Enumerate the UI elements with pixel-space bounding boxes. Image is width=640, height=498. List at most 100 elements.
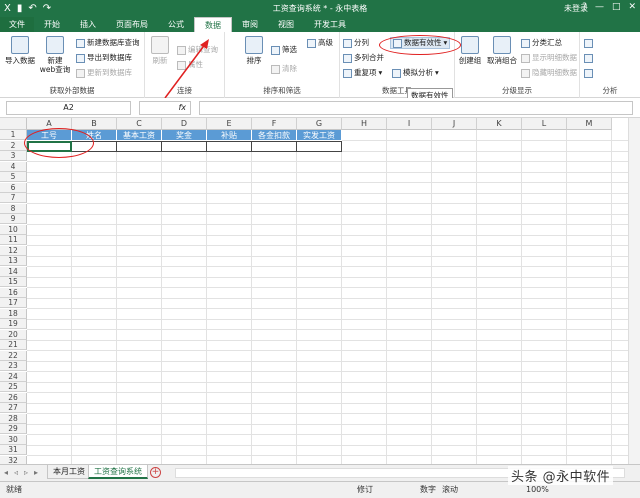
status-scroll: 滚动 — [442, 485, 458, 494]
row-header-15[interactable]: 15 — [0, 277, 27, 287]
column-header-k[interactable]: K — [477, 118, 522, 130]
row-header-9[interactable]: 9 — [0, 214, 27, 224]
column-header-l[interactable]: L — [522, 118, 567, 130]
row-gridline — [27, 434, 640, 435]
column-header-m[interactable]: M — [567, 118, 612, 130]
row-gridline — [27, 318, 640, 320]
column-header-i[interactable]: I — [387, 118, 432, 130]
header-cell[interactable]: 基本工资 — [117, 130, 162, 141]
row-header-20[interactable]: 20 — [0, 329, 27, 340]
header-cell[interactable]: 各金扣款 — [252, 130, 297, 141]
row-gridline — [27, 203, 640, 204]
row-gridline — [27, 392, 640, 393]
sheet-tab-monthly-salary[interactable]: 本月工资 — [47, 465, 91, 479]
row-gridline — [27, 245, 640, 246]
table-cell[interactable] — [252, 140, 297, 152]
formula-bar: A2 fx — [0, 98, 640, 118]
table-cell[interactable] — [162, 140, 207, 152]
name-box[interactable]: A2 — [6, 101, 131, 115]
row-header-32[interactable]: 32 — [0, 455, 27, 464]
row-header-22[interactable]: 22 — [0, 350, 27, 361]
table-cell[interactable] — [207, 140, 252, 152]
row-header-29[interactable]: 29 — [0, 424, 27, 434]
row-header-27[interactable]: 27 — [0, 403, 27, 413]
column-header-f[interactable]: F — [252, 118, 297, 130]
row-gridline — [27, 266, 640, 267]
header-cell[interactable]: 奖金 — [162, 130, 207, 141]
row-header-26[interactable]: 26 — [0, 392, 27, 403]
row-gridline — [27, 287, 640, 288]
add-sheet-icon[interactable]: + — [150, 467, 161, 478]
row-header-6[interactable]: 6 — [0, 182, 27, 193]
row-gridline — [27, 329, 640, 330]
row-gridline — [27, 213, 640, 215]
row-gridline — [27, 444, 640, 446]
prev-sheet-icon[interactable]: ◃ — [14, 468, 18, 477]
vertical-scrollbar[interactable] — [628, 118, 640, 464]
row-header-28[interactable]: 28 — [0, 413, 27, 424]
row-header-18[interactable]: 18 — [0, 308, 27, 319]
row-gridline — [27, 224, 640, 225]
row-header-14[interactable]: 14 — [0, 266, 27, 277]
header-cell[interactable]: 补贴 — [207, 130, 252, 141]
column-header-c[interactable]: C — [117, 118, 162, 130]
header-cell[interactable]: 实发工资 — [297, 130, 342, 141]
row-gridline — [27, 360, 640, 362]
row-gridline — [27, 381, 640, 383]
spreadsheet-grid[interactable]: A B C D E F G H I J K L M 1 2 3 4 5 6 7 8 9 10 11 12 13 14 15 16 17 18… — [0, 118, 640, 464]
sheet-tab-salary-query[interactable]: 工资查询系统 — [88, 465, 148, 479]
row-header-11[interactable]: 11 — [0, 235, 27, 245]
column-header-d[interactable]: D — [162, 118, 207, 130]
watermark: 头条 @永中软件 — [508, 466, 614, 485]
row-header-7[interactable]: 7 — [0, 193, 27, 203]
formula-input[interactable] — [199, 101, 633, 115]
row-gridline — [27, 371, 640, 372]
next-sheet-icon[interactable]: ▹ — [24, 468, 28, 477]
status-revise: 修订 — [357, 485, 373, 494]
row-header-17[interactable]: 17 — [0, 298, 27, 308]
row-gridline — [27, 234, 640, 236]
row-header-1[interactable]: 1 — [0, 130, 27, 140]
row-header-21[interactable]: 21 — [0, 340, 27, 350]
sheet-nav: ◂ ◃ ▹ ▸ — [4, 468, 38, 477]
row-header-30[interactable]: 30 — [0, 434, 27, 445]
column-header-e[interactable]: E — [207, 118, 252, 130]
row-gridline — [27, 455, 640, 456]
row-gridline — [27, 350, 640, 351]
row-gridline — [27, 413, 640, 414]
row-gridline — [27, 402, 640, 404]
row-header-5[interactable]: 5 — [0, 172, 27, 182]
row-gridline — [27, 308, 640, 309]
row-header-4[interactable]: 4 — [0, 161, 27, 172]
row-gridline — [27, 161, 640, 162]
last-sheet-icon[interactable]: ▸ — [34, 468, 38, 477]
status-numeric: 数字 — [420, 485, 436, 494]
table-cell[interactable] — [117, 140, 162, 152]
fx-icon[interactable]: fx — [139, 101, 191, 115]
row-header-24[interactable]: 24 — [0, 371, 27, 382]
row-header-13[interactable]: 13 — [0, 256, 27, 266]
row-header-10[interactable]: 10 — [0, 224, 27, 235]
row-header-8[interactable]: 8 — [0, 203, 27, 214]
row-header-25[interactable]: 25 — [0, 382, 27, 392]
row-gridline — [27, 192, 640, 194]
column-header-j[interactable]: J — [432, 118, 477, 130]
annotation-ellipse-cell — [24, 128, 94, 158]
select-all-corner[interactable] — [0, 118, 27, 130]
row-header-16[interactable]: 16 — [0, 287, 27, 298]
row-header-3[interactable]: 3 — [0, 151, 27, 161]
row-header-31[interactable]: 31 — [0, 445, 27, 455]
row-header-23[interactable]: 23 — [0, 361, 27, 371]
row-gridline — [27, 171, 640, 173]
row-gridline — [27, 339, 640, 341]
column-header-b[interactable]: B — [72, 118, 117, 130]
column-header-h[interactable]: H — [342, 118, 387, 130]
row-header-19[interactable]: 19 — [0, 319, 27, 329]
first-sheet-icon[interactable]: ◂ — [4, 468, 8, 477]
row-gridline — [27, 423, 640, 425]
row-gridline — [27, 182, 640, 183]
row-header-2[interactable]: 2 — [0, 140, 27, 151]
table-cell[interactable] — [297, 140, 342, 152]
row-header-12[interactable]: 12 — [0, 245, 27, 256]
column-header-g[interactable]: G — [297, 118, 342, 130]
